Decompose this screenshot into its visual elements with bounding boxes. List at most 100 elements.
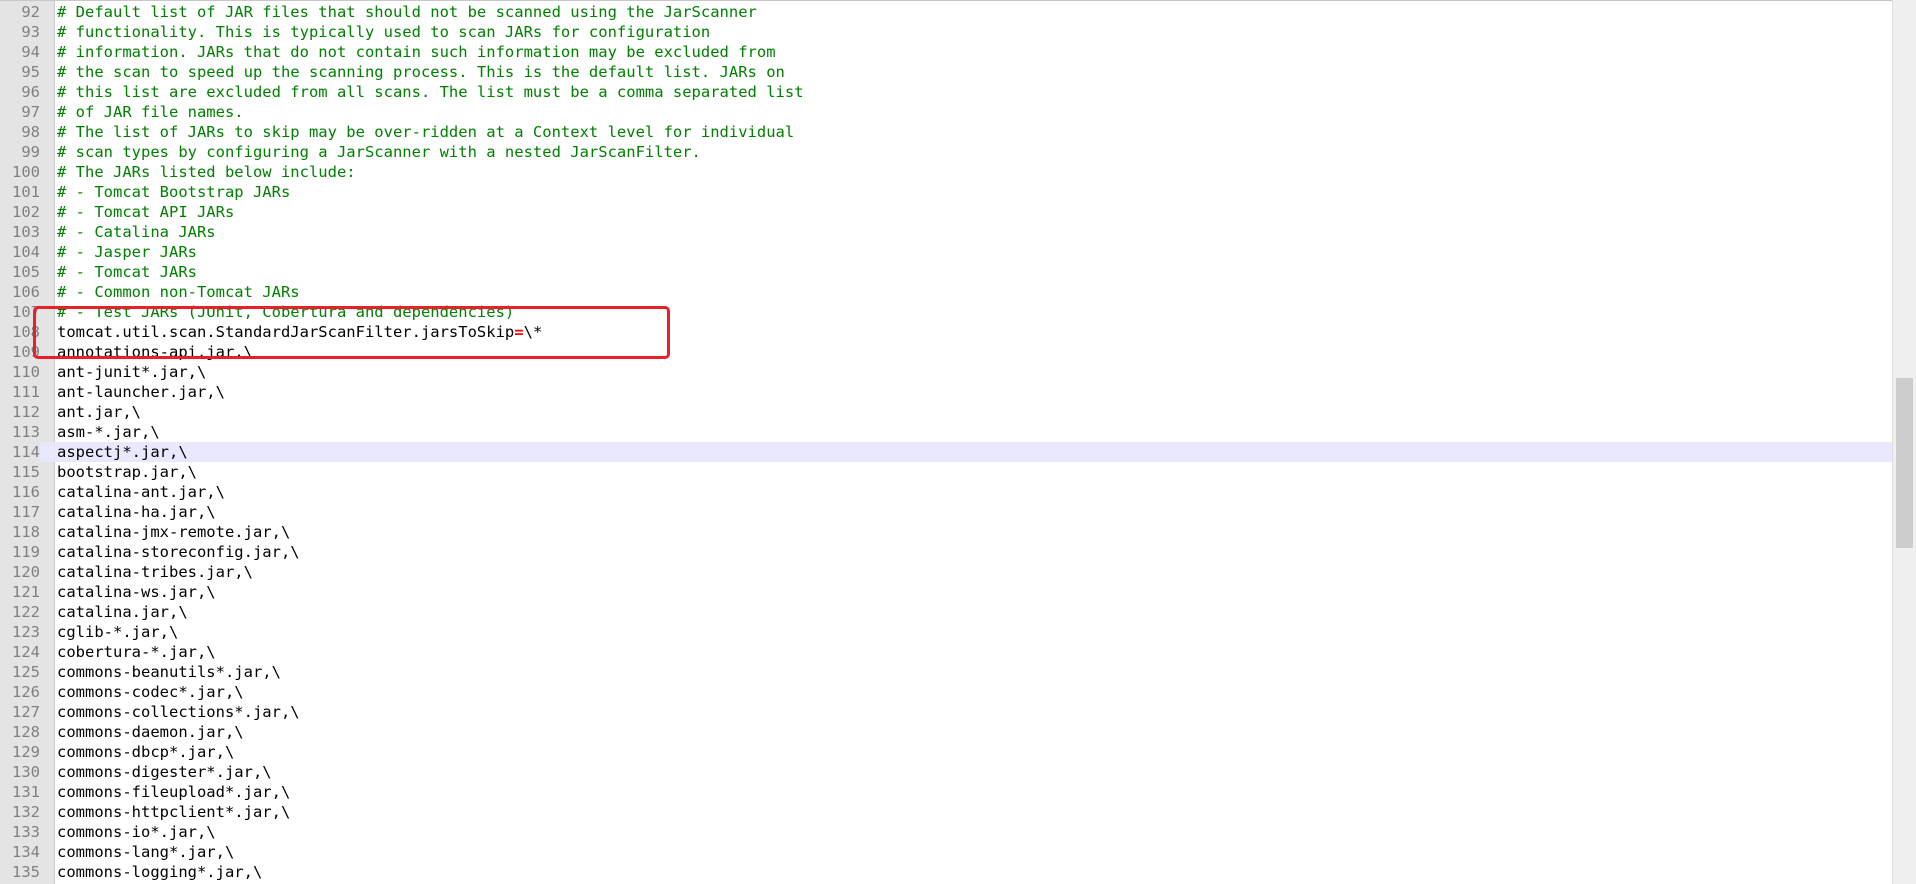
code-line[interactable]: 98 # The list of JARs to skip may be over… xyxy=(0,122,1892,142)
comment-text[interactable]: # - Tomcat Bootstrap JARs xyxy=(57,182,290,202)
code-lines[interactable]: 92 # Default list of JAR files that shoul… xyxy=(0,2,1892,882)
comment-text[interactable]: # The JARs listed below include: xyxy=(57,162,356,182)
code-line[interactable]: 131 commons-fileupload*.jar,\ xyxy=(0,782,1892,802)
code-line[interactable]: 102 # - Tomcat API JARs xyxy=(0,202,1892,222)
code-line[interactable]: 135 commons-logging*.jar,\ xyxy=(0,862,1892,882)
code-text[interactable]: cobertura-*.jar,\ xyxy=(57,642,216,662)
code-text[interactable]: commons-io*.jar,\ xyxy=(57,822,216,842)
comment-text[interactable]: # - Test JARs (JUnit, Cobertura and depe… xyxy=(57,302,514,322)
code-line[interactable]: 127 commons-collections*.jar,\ xyxy=(0,702,1892,722)
comment-text[interactable]: # - Tomcat JARs xyxy=(57,262,197,282)
comment-text[interactable]: # - Jasper JARs xyxy=(57,242,197,262)
comment-text[interactable]: # the scan to speed up the scanning proc… xyxy=(57,62,785,82)
code-line[interactable]: 125 commons-beanutils*.jar,\ xyxy=(0,662,1892,682)
code-text[interactable]: ant-launcher.jar,\ xyxy=(57,382,225,402)
code-line[interactable]: 97 # of JAR file names. xyxy=(0,102,1892,122)
code-line[interactable]: 113 asm-*.jar,\ xyxy=(0,422,1892,442)
code-line[interactable]: 106 # - Common non-Tomcat JARs xyxy=(0,282,1892,302)
code-text[interactable]: catalina.jar,\ xyxy=(57,602,188,622)
code-text[interactable]: commons-collections*.jar,\ xyxy=(57,702,300,722)
code-line[interactable]: 117 catalina-ha.jar,\ xyxy=(0,502,1892,522)
code-line[interactable]: 118 catalina-jmx-remote.jar,\ xyxy=(0,522,1892,542)
code-line[interactable]: 94 # information. JARs that do not contai… xyxy=(0,42,1892,62)
vertical-scrollbar[interactable] xyxy=(1892,0,1916,884)
code-line-current[interactable]: 114 aspectj*.jar,\ xyxy=(0,442,1892,462)
comment-text[interactable]: # Default list of JAR files that should … xyxy=(57,2,757,22)
code-text[interactable]: catalina-ws.jar,\ xyxy=(57,582,216,602)
line-number: 122 xyxy=(12,603,40,621)
line-number: 117 xyxy=(12,503,40,521)
code-line[interactable]: 108 tomcat.util.scan.StandardJarScanFilte… xyxy=(0,322,1892,342)
code-text[interactable]: commons-lang*.jar,\ xyxy=(57,842,234,862)
code-line[interactable]: 93 # functionality. This is typically use… xyxy=(0,22,1892,42)
code-text[interactable]: catalina-ant.jar,\ xyxy=(57,482,225,502)
code-text[interactable]: commons-digester*.jar,\ xyxy=(57,762,272,782)
code-line[interactable]: 129 commons-dbcp*.jar,\ xyxy=(0,742,1892,762)
comment-text[interactable]: # - Catalina JARs xyxy=(57,222,216,242)
code-text[interactable]: asm-*.jar,\ xyxy=(57,422,160,442)
code-line[interactable]: 105 # - Tomcat JARs xyxy=(0,262,1892,282)
code-text[interactable]: annotations-api.jar,\ xyxy=(57,342,253,362)
line-number: 123 xyxy=(12,623,40,641)
text-editor[interactable]: 92 # Default list of JAR files that shoul… xyxy=(0,0,1916,884)
code-text[interactable]: commons-beanutils*.jar,\ xyxy=(57,662,281,682)
code-line[interactable]: 124 cobertura-*.jar,\ xyxy=(0,642,1892,662)
code-line[interactable]: 92 # Default list of JAR files that shoul… xyxy=(0,2,1892,22)
code-line[interactable]: 95 # the scan to speed up the scanning pr… xyxy=(0,62,1892,82)
code-text[interactable]: commons-daemon.jar,\ xyxy=(57,722,244,742)
code-line[interactable]: 130 commons-digester*.jar,\ xyxy=(0,762,1892,782)
code-text[interactable]: aspectj*.jar,\ xyxy=(57,442,188,462)
code-line[interactable]: 103 # - Catalina JARs xyxy=(0,222,1892,242)
code-text[interactable]: commons-logging*.jar,\ xyxy=(57,862,262,882)
code-text[interactable]: commons-httpclient*.jar,\ xyxy=(57,802,290,822)
line-number: 124 xyxy=(12,643,40,661)
code-line[interactable]: 126 commons-codec*.jar,\ xyxy=(0,682,1892,702)
code-line[interactable]: 104 # - Jasper JARs xyxy=(0,242,1892,262)
code-text[interactable]: catalina-jmx-remote.jar,\ xyxy=(57,522,290,542)
scrollbar-thumb[interactable] xyxy=(1896,378,1913,548)
line-number: 93 xyxy=(21,23,40,41)
code-line[interactable]: 132 commons-httpclient*.jar,\ xyxy=(0,802,1892,822)
code-line[interactable]: 96 # this list are excluded from all scan… xyxy=(0,82,1892,102)
code-line[interactable]: 115 bootstrap.jar,\ xyxy=(0,462,1892,482)
code-text[interactable]: bootstrap.jar,\ xyxy=(57,462,197,482)
code-line[interactable]: 121 catalina-ws.jar,\ xyxy=(0,582,1892,602)
code-text[interactable]: catalina-ha.jar,\ xyxy=(57,502,216,522)
comment-text[interactable]: # of JAR file names. xyxy=(57,102,244,122)
code-text[interactable]: ant-junit*.jar,\ xyxy=(57,362,206,382)
code-line[interactable]: 101 # - Tomcat Bootstrap JARs xyxy=(0,182,1892,202)
code-line[interactable]: 134 commons-lang*.jar,\ xyxy=(0,842,1892,862)
line-number: 134 xyxy=(12,843,40,861)
code-text[interactable]: catalina-tribes.jar,\ xyxy=(57,562,253,582)
comment-text[interactable]: # functionality. This is typically used … xyxy=(57,22,710,42)
code-line[interactable]: 112 ant.jar,\ xyxy=(0,402,1892,422)
code-text[interactable]: commons-codec*.jar,\ xyxy=(57,682,244,702)
code-text[interactable]: commons-dbcp*.jar,\ xyxy=(57,742,234,762)
code-line[interactable]: 123 cglib-*.jar,\ xyxy=(0,622,1892,642)
code-line[interactable]: 120 catalina-tribes.jar,\ xyxy=(0,562,1892,582)
code-line[interactable]: 128 commons-daemon.jar,\ xyxy=(0,722,1892,742)
comment-text[interactable]: # scan types by configuring a JarScanner… xyxy=(57,142,701,162)
comment-text[interactable]: # this list are excluded from all scans.… xyxy=(57,82,804,102)
code-text[interactable]: commons-fileupload*.jar,\ xyxy=(57,782,290,802)
code-line[interactable]: 110 ant-junit*.jar,\ xyxy=(0,362,1892,382)
comment-text[interactable]: # - Tomcat API JARs xyxy=(57,202,234,222)
property-assignment[interactable]: tomcat.util.scan.StandardJarScanFilter.j… xyxy=(57,322,542,342)
code-area[interactable]: 92 # Default list of JAR files that shoul… xyxy=(0,0,1892,884)
comment-text[interactable]: # The list of JARs to skip may be over-r… xyxy=(57,122,794,142)
comment-text[interactable]: # information. JARs that do not contain … xyxy=(57,42,776,62)
code-line[interactable]: 99 # scan types by configuring a JarScann… xyxy=(0,142,1892,162)
code-line[interactable]: 116 catalina-ant.jar,\ xyxy=(0,482,1892,502)
code-line[interactable]: 122 catalina.jar,\ xyxy=(0,602,1892,622)
code-line[interactable]: 109 annotations-api.jar,\ xyxy=(0,342,1892,362)
code-line[interactable]: 133 commons-io*.jar,\ xyxy=(0,822,1892,842)
line-number: 99 xyxy=(21,143,40,161)
code-text[interactable]: catalina-storeconfig.jar,\ xyxy=(57,542,300,562)
code-line[interactable]: 107 # - Test JARs (JUnit, Cobertura and d… xyxy=(0,302,1892,322)
code-line[interactable]: 111 ant-launcher.jar,\ xyxy=(0,382,1892,402)
code-line[interactable]: 100 # The JARs listed below include: xyxy=(0,162,1892,182)
code-line[interactable]: 119 catalina-storeconfig.jar,\ xyxy=(0,542,1892,562)
code-text[interactable]: cglib-*.jar,\ xyxy=(57,622,178,642)
code-text[interactable]: ant.jar,\ xyxy=(57,402,141,422)
comment-text[interactable]: # - Common non-Tomcat JARs xyxy=(57,282,300,302)
